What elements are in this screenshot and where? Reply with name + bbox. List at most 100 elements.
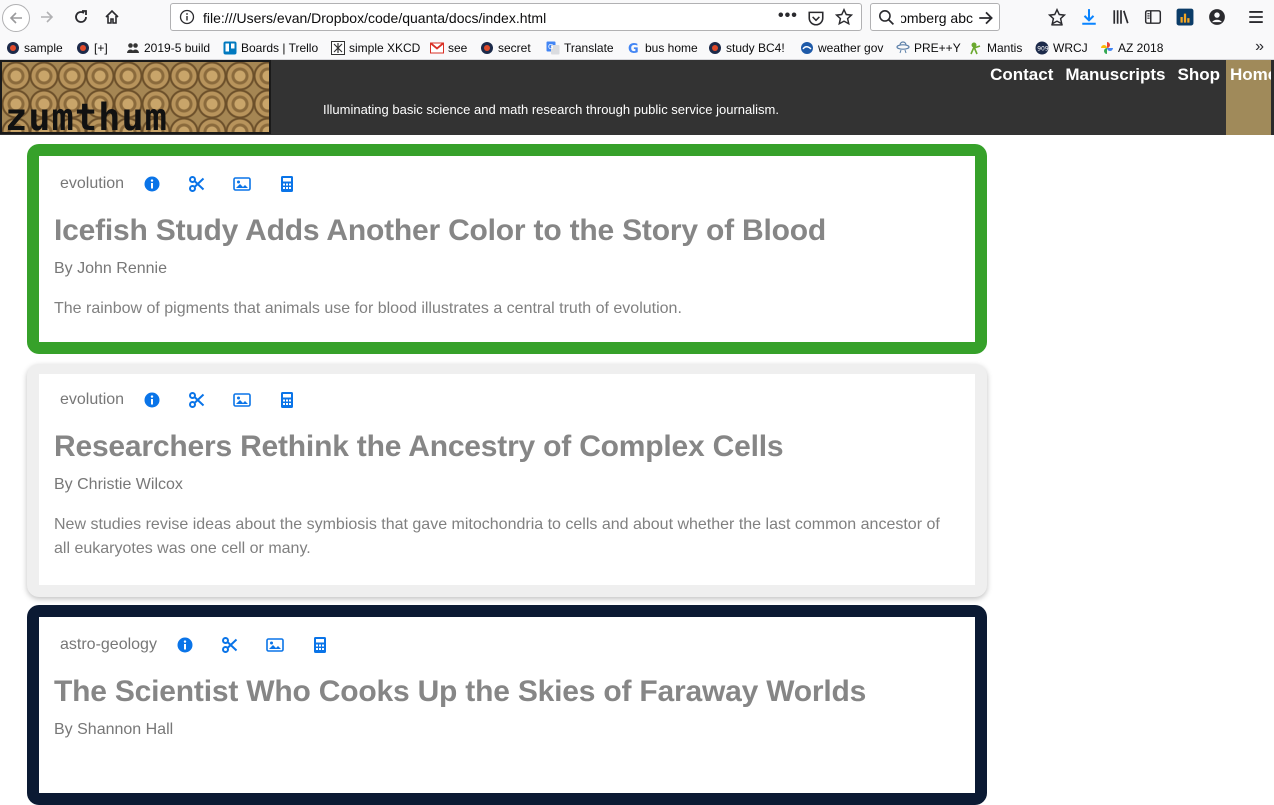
article-byline: By Christie Wilcox	[54, 476, 183, 493]
bookmark-see[interactable]: see	[430, 39, 467, 57]
article-card-body: evolution Researchers Rethink the Ancest…	[39, 374, 975, 585]
download-icon[interactable]	[1080, 8, 1098, 26]
image-icon[interactable]	[233, 391, 251, 409]
article-card-body: evolution Icefish Study Adds Another Col…	[39, 156, 975, 342]
article-meta: astro-geology	[60, 636, 356, 654]
ufo-icon	[896, 41, 910, 54]
scissors-icon[interactable]	[221, 636, 239, 654]
bookmark-star-icon[interactable]	[835, 8, 853, 26]
bookmarks-overflow-button[interactable]: »	[1255, 38, 1264, 56]
url-bar[interactable]: file:///Users/evan/Dropbox/code/quanta/d…	[170, 3, 862, 31]
article-title[interactable]: Icefish Study Adds Another Color to the …	[54, 214, 826, 248]
svg-text:G: G	[548, 43, 553, 51]
bookmark-wrcj[interactable]: 909 WRCJ	[1035, 39, 1088, 57]
globe-icon	[77, 42, 89, 54]
article-tag[interactable]: astro-geology	[60, 636, 157, 654]
calculator-icon[interactable]	[311, 636, 329, 654]
svg-text:909: 909	[1037, 46, 1049, 53]
home-icon	[105, 9, 119, 24]
article-card-body: astro-geology The Scientist Who Cooks Up…	[39, 617, 975, 793]
bookmark-label: secret	[498, 41, 531, 55]
scissors-icon[interactable]	[188, 175, 206, 193]
article-summary: New studies revise ideas about the symbi…	[54, 516, 940, 557]
bookmark-secret[interactable]: secret	[480, 39, 531, 57]
search-input[interactable]: Bloomberg abc	[901, 10, 973, 26]
bookmark-label: Boards | Trello	[241, 41, 319, 55]
svg-text:G: G	[628, 42, 639, 55]
reload-button[interactable]	[70, 6, 92, 28]
article-tag[interactable]: evolution	[60, 391, 124, 409]
article-card[interactable]: evolution Icefish Study Adds Another Col…	[27, 144, 987, 354]
bookmark-sample[interactable]: sample	[6, 39, 63, 57]
mantis-icon	[970, 42, 981, 55]
bookmark-label: bus home	[645, 41, 698, 55]
forward-button[interactable]	[36, 6, 58, 28]
home-button[interactable]	[101, 6, 123, 28]
bookmark-mantis[interactable]: Mantis	[969, 39, 1022, 57]
image-icon[interactable]	[266, 636, 284, 654]
site-header: zumthum Illuminating basic science and m…	[0, 60, 1274, 135]
bookmark-az-2018[interactable]: AZ 2018	[1100, 39, 1163, 57]
scissors-icon[interactable]	[188, 391, 206, 409]
calculator-icon[interactable]	[278, 175, 296, 193]
bookmark-xkcd[interactable]: simple XKCD	[331, 39, 420, 57]
article-byline: By John Rennie	[54, 260, 167, 277]
calculator-icon[interactable]	[278, 391, 296, 409]
info-icon[interactable]	[179, 9, 195, 25]
bookmark-translate[interactable]: G Translate	[546, 39, 614, 57]
article-card[interactable]: evolution Researchers Rethink the Ancest…	[27, 364, 987, 597]
article-title[interactable]: Researchers Rethink the Ancestry of Comp…	[54, 430, 784, 464]
bookmark-label: simple XKCD	[349, 41, 421, 55]
bookmark-label: WRCJ	[1053, 41, 1088, 55]
trello-icon	[223, 41, 237, 55]
bookmark-2019-build[interactable]: 2019-5 build	[126, 39, 210, 57]
bookmark-weather[interactable]: weather gov	[800, 39, 883, 57]
nav-manuscripts[interactable]: Manuscripts	[1059, 60, 1171, 135]
info-icon[interactable]	[143, 175, 161, 193]
bookmark-label: 2019-5 build	[144, 41, 211, 55]
bookmark-label: sample	[24, 41, 63, 55]
url-text[interactable]: file:///Users/evan/Dropbox/code/quanta/d…	[203, 10, 546, 26]
bookmark-plus[interactable]: [+]	[76, 39, 108, 57]
library-icon[interactable]	[1112, 8, 1130, 26]
page-actions-button[interactable]: •••	[778, 7, 798, 25]
nav-contact[interactable]: Contact	[984, 60, 1059, 135]
article-tag[interactable]: evolution	[60, 175, 124, 193]
bookmark-study[interactable]: study BC4!	[708, 39, 785, 57]
bookmark-prey[interactable]: PRE++Y	[896, 39, 961, 57]
back-button[interactable]	[2, 4, 30, 32]
photos-icon	[1101, 42, 1113, 54]
arrow-left-icon	[9, 12, 22, 24]
site-logo[interactable]: zumthum	[0, 60, 271, 134]
google-icon: G	[628, 42, 639, 55]
bookmark-label: AZ 2018	[1118, 41, 1164, 55]
nav-shop[interactable]: Shop	[1172, 60, 1227, 135]
article-title[interactable]: The Scientist Who Cooks Up the Skies of …	[54, 675, 866, 709]
search-go-icon[interactable]	[977, 9, 995, 27]
bookmark-label: Mantis	[987, 41, 1023, 55]
bookmark-label: see	[448, 41, 468, 55]
bookmark-trello[interactable]: Boards | Trello	[223, 39, 318, 57]
chart-extension-icon[interactable]	[1176, 8, 1194, 26]
radio-icon: 909	[1035, 41, 1049, 55]
info-icon[interactable]	[176, 636, 194, 654]
reading-list-icon[interactable]	[1048, 8, 1066, 26]
weather-icon	[801, 42, 813, 54]
info-icon[interactable]	[143, 391, 161, 409]
article-card[interactable]: astro-geology The Scientist Who Cooks Up…	[27, 605, 987, 805]
gmail-icon	[430, 42, 444, 54]
menu-icon[interactable]	[1247, 8, 1265, 26]
reload-icon	[75, 10, 87, 23]
article-meta: evolution	[60, 175, 323, 193]
nav-home[interactable]: Home	[1226, 60, 1274, 135]
bookmark-label: PRE++Y	[914, 41, 961, 55]
account-icon[interactable]	[1208, 8, 1226, 26]
search-icon	[879, 10, 895, 26]
bookmark-label: Translate	[564, 41, 614, 55]
sidebar-icon[interactable]	[1144, 8, 1162, 26]
logo-text: zumthum	[5, 96, 168, 134]
image-icon[interactable]	[233, 175, 251, 193]
pocket-icon[interactable]	[807, 9, 825, 27]
bookmark-bus-home[interactable]: G bus home	[627, 39, 698, 57]
search-bar[interactable]: Bloomberg abc	[870, 3, 1000, 31]
